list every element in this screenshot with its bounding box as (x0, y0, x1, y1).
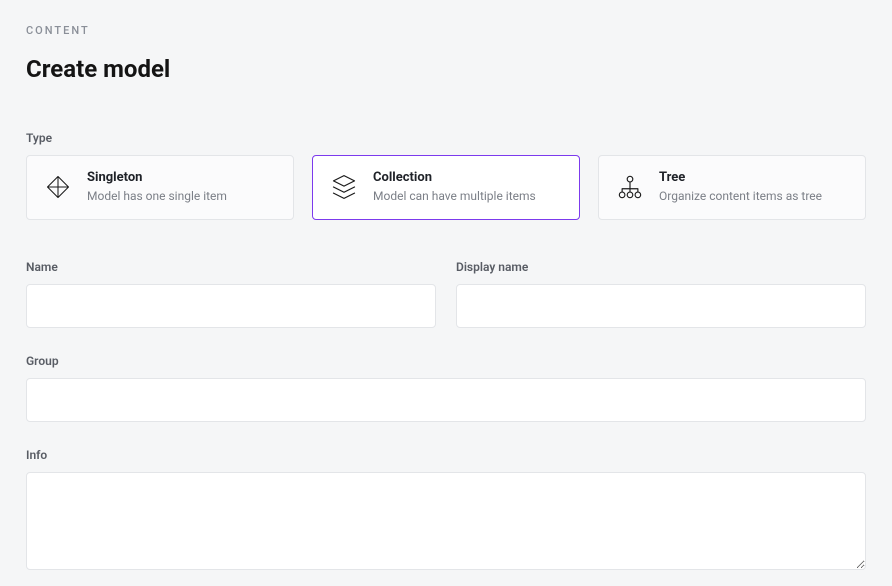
type-option-desc: Model can have multiple items (373, 189, 536, 205)
group-label: Group (26, 354, 866, 368)
type-option-title: Tree (659, 170, 822, 185)
page-title: Create model (26, 55, 866, 83)
type-option-singleton[interactable]: Singleton Model has one single item (26, 155, 294, 220)
type-option-desc: Model has one single item (87, 189, 227, 205)
name-label: Name (26, 260, 436, 274)
diamond-icon (43, 172, 73, 202)
group-input[interactable] (26, 378, 866, 422)
display-name-label: Display name (456, 260, 866, 274)
type-option-desc: Organize content items as tree (659, 189, 822, 205)
info-label: Info (26, 448, 866, 462)
breadcrumb: CONTENT (26, 24, 866, 37)
type-option-title: Singleton (87, 170, 227, 185)
type-option-title: Collection (373, 170, 536, 185)
name-input[interactable] (26, 284, 436, 328)
type-selector: Singleton Model has one single item Coll… (26, 155, 866, 220)
type-option-collection[interactable]: Collection Model can have multiple items (312, 155, 580, 220)
layers-icon (329, 172, 359, 202)
display-name-input[interactable] (456, 284, 866, 328)
tree-icon (615, 172, 645, 202)
type-option-tree[interactable]: Tree Organize content items as tree (598, 155, 866, 220)
type-label: Type (26, 131, 866, 145)
info-textarea[interactable] (26, 472, 866, 570)
